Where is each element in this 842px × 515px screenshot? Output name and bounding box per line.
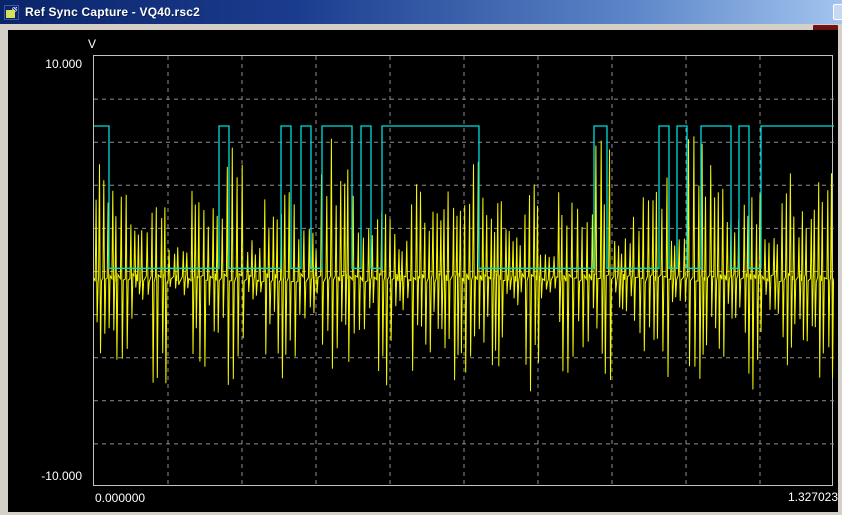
title-bar[interactable]: Ref Sync Capture - VQ40.rsc2 bbox=[0, 0, 842, 24]
x-axis-end-label: 1.327023 bbox=[736, 490, 838, 504]
waveform-plot bbox=[93, 55, 833, 486]
y-axis-min-label: -10.000 bbox=[25, 469, 82, 483]
waveform-canvas bbox=[94, 56, 834, 487]
x-axis-start-label: 0.000000 bbox=[95, 491, 145, 505]
close-button[interactable] bbox=[833, 4, 842, 20]
y-axis-unit-label: V bbox=[88, 37, 96, 51]
app-icon bbox=[4, 5, 19, 20]
y-axis-max-label: 10.000 bbox=[30, 57, 82, 71]
window-title: Ref Sync Capture - VQ40.rsc2 bbox=[25, 5, 200, 19]
capture-display-panel: V 10.000 -10.000 0.000000 1.327023 bbox=[8, 30, 838, 512]
app-window: Ref Sync Capture - VQ40.rsc2 V 10.000 -1… bbox=[0, 0, 842, 515]
